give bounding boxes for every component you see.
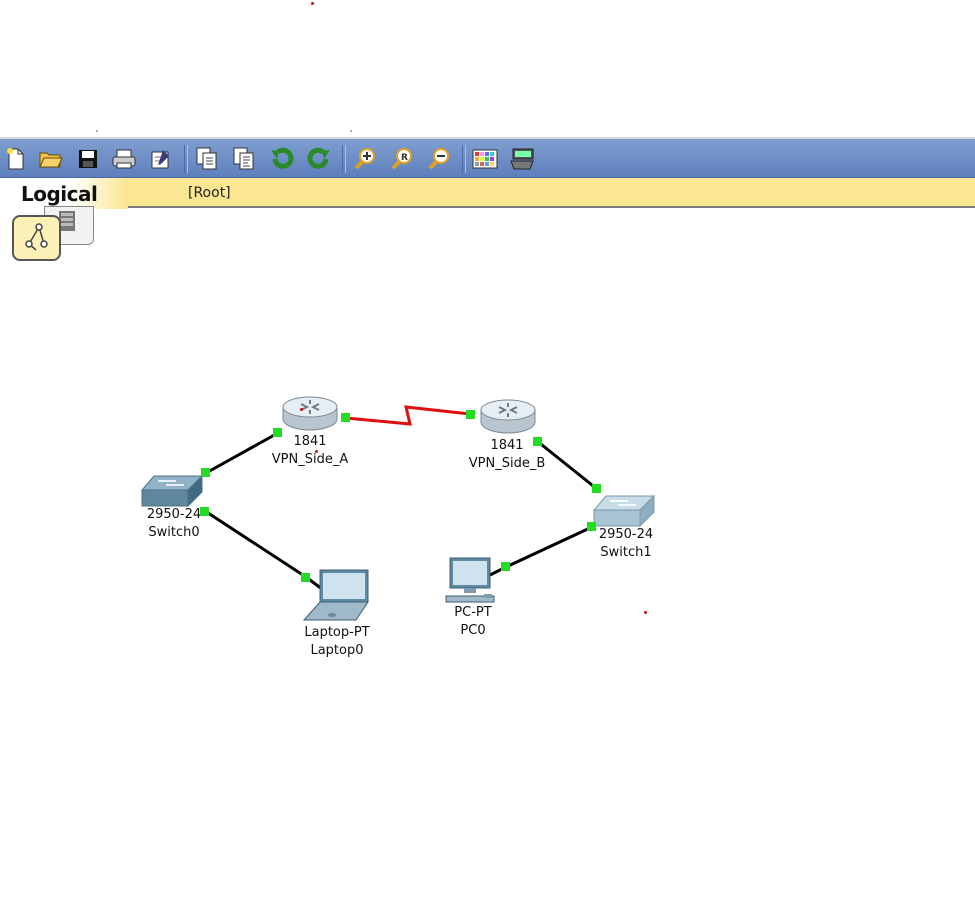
workspace-bar [0,178,975,208]
zoom-in-icon[interactable] [351,145,379,173]
canvas-mark [315,450,318,453]
port-status-indicator [587,522,596,531]
save-icon[interactable] [74,145,102,173]
router-model: 1841 [490,438,524,453]
copy-icon[interactable] [193,145,221,173]
port-status-indicator [466,410,475,419]
undo-icon[interactable] [268,145,296,173]
port-status-indicator [201,468,210,477]
svg-text:R: R [401,153,408,163]
router-model: 1841 [293,434,327,449]
router-vpn-side-b-label: 1841 VPN_Side_B [447,437,567,473]
serial-link [345,405,471,426]
router-name: VPN_Side_A [271,452,349,467]
port-status-indicator [301,573,310,582]
switch-switch1-label: 2950-24 Switch1 [576,526,676,562]
toolbar-separator [342,145,346,173]
canvas-mark [350,130,352,132]
toolbar-separator [184,145,188,173]
canvas-mark [311,2,314,5]
main-toolbar: R [0,137,975,178]
laptop-laptop0[interactable] [302,568,372,624]
device-status-dot [300,408,303,411]
tab-logical-label: Logical [21,182,98,206]
port-status-indicator [200,507,209,516]
breadcrumb[interactable]: [Root] [188,185,231,201]
laptop-name: Laptop0 [310,643,364,658]
router-name: VPN_Side_B [468,456,546,471]
toolbar-separator [462,145,466,173]
port-status-indicator [533,437,542,446]
router-vpn-side-b[interactable] [479,398,537,436]
laptop-model: Laptop-PT [304,625,370,640]
router-vpn-side-a[interactable] [281,395,339,433]
port-status-indicator [592,484,601,493]
paste-icon[interactable] [230,145,258,173]
switch-name: Switch0 [148,525,200,540]
canvas-mark [96,130,98,132]
open-folder-icon[interactable] [37,145,65,173]
switch-switch0-label: 2950-24 Switch0 [124,506,224,542]
pc-pc0-label: PC-PT PC0 [423,604,523,640]
new-file-icon[interactable] [2,145,30,173]
port-status-indicator [341,413,350,422]
switch-model: 2950-24 [146,507,202,522]
switch-switch1[interactable] [592,494,656,528]
port-status-indicator [501,562,510,571]
switch-name: Switch1 [600,545,652,560]
switch-switch0[interactable] [140,474,204,508]
port-status-indicator [273,428,282,437]
logical-view-icon[interactable] [12,215,61,261]
pc-name: PC0 [460,623,486,638]
zoom-reset-icon[interactable]: R [388,145,416,173]
redo-icon[interactable] [305,145,333,173]
palette-icon[interactable] [471,145,499,173]
pc-pc0[interactable] [444,556,496,604]
pc-model: PC-PT [454,605,492,620]
zoom-out-icon[interactable] [425,145,453,173]
print-icon[interactable] [110,145,138,173]
canvas-mark [644,611,647,614]
router-vpn-side-a-label: 1841 VPN_Side_A [250,433,370,469]
custom-device-icon[interactable] [508,145,536,173]
activity-wizard-icon[interactable] [147,145,175,173]
laptop-laptop0-label: Laptop-PT Laptop0 [287,624,387,660]
